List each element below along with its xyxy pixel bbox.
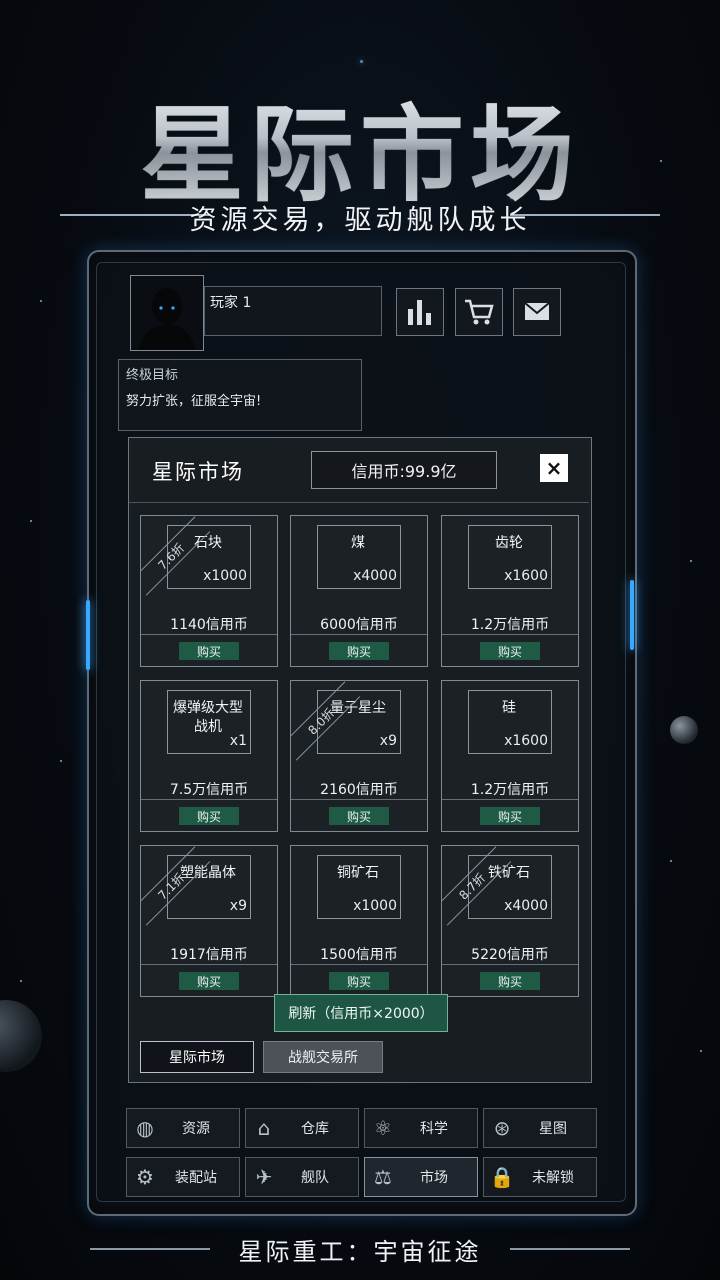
mail-icon bbox=[524, 302, 550, 320]
nav-label: 星图 bbox=[539, 1121, 567, 1137]
tagline: 资源交易，驱动舰队成长 bbox=[189, 205, 531, 236]
item-quantity: x1000 bbox=[353, 898, 397, 914]
item-price: 5220信用币 bbox=[471, 947, 549, 963]
shop-cart-button[interactable] bbox=[455, 288, 503, 336]
goal-text: 努力扩张，征服全宇宙! bbox=[126, 394, 262, 409]
scale-icon: ⚖ bbox=[374, 1165, 392, 1189]
item-name: 煤 bbox=[351, 535, 365, 551]
item-quantity: x1000 bbox=[203, 568, 247, 584]
close-button[interactable]: × bbox=[540, 454, 568, 482]
item-price: 1.2万信用币 bbox=[470, 782, 550, 798]
buy-button[interactable]: 购买 bbox=[480, 642, 540, 660]
moon-decoration bbox=[670, 716, 698, 744]
item-name: 硅 bbox=[502, 700, 516, 716]
star-map-icon: ⊛ bbox=[493, 1116, 511, 1140]
nav-label: 舰队 bbox=[301, 1170, 329, 1186]
buy-button[interactable]: 购买 bbox=[480, 972, 540, 990]
item-quantity: x1600 bbox=[504, 733, 548, 749]
market-item-card: 爆弹级大型战机 x1 7.5万信用币 购买 bbox=[140, 680, 278, 832]
market-item-card: 铜矿石 x1000 1500信用币 购买 bbox=[290, 845, 428, 997]
nav-label: 资源 bbox=[182, 1121, 210, 1137]
card-separator bbox=[291, 634, 427, 635]
item-quantity: x1 bbox=[229, 733, 247, 749]
planet-decoration bbox=[0, 1000, 42, 1072]
gear-icon: ⚙ bbox=[136, 1165, 154, 1189]
card-separator bbox=[291, 799, 427, 800]
warehouse-icon: ⌂ bbox=[257, 1116, 271, 1140]
lock-icon: 🔒 bbox=[489, 1165, 515, 1189]
frame-glow-left bbox=[86, 600, 90, 670]
item-price: 1917信用币 bbox=[170, 947, 248, 963]
nav-button[interactable]: ⚖ 市场 bbox=[364, 1157, 478, 1197]
item-price: 2160信用币 bbox=[320, 782, 398, 798]
nav-label: 科学 bbox=[420, 1121, 448, 1137]
nav-button[interactable]: ⌂ 仓库 bbox=[245, 1108, 359, 1148]
card-separator bbox=[442, 964, 578, 965]
item-name: 爆弹级大型战机 bbox=[173, 700, 243, 735]
item-name: 齿轮 bbox=[495, 535, 523, 551]
card-separator bbox=[442, 799, 578, 800]
item-quantity: x4000 bbox=[504, 898, 548, 914]
market-item-card: 石块 x1000 7.6折 1140信用币 购买 bbox=[140, 515, 278, 667]
buy-button[interactable]: 购买 bbox=[329, 807, 389, 825]
buy-button[interactable]: 购买 bbox=[179, 642, 239, 660]
atom-icon: ⚛ bbox=[374, 1116, 392, 1140]
cart-icon bbox=[465, 299, 494, 325]
tab-star-market[interactable]: 星际市场 bbox=[140, 1041, 254, 1073]
buy-button[interactable]: 购买 bbox=[179, 807, 239, 825]
buy-button[interactable]: 购买 bbox=[329, 972, 389, 990]
nav-label: 仓库 bbox=[301, 1121, 329, 1137]
bar-chart-icon bbox=[408, 300, 431, 325]
item-quantity: x1600 bbox=[504, 568, 548, 584]
nav-label: 市场 bbox=[420, 1170, 448, 1186]
refresh-button[interactable]: 刷新（信用币×2000） bbox=[274, 994, 448, 1032]
market-item-card: 煤 x4000 6000信用币 购买 bbox=[290, 515, 428, 667]
card-separator bbox=[141, 799, 277, 800]
market-item-card: 铁矿石 x4000 8.7折 5220信用币 购买 bbox=[441, 845, 579, 997]
item-price: 7.5万信用币 bbox=[169, 782, 249, 798]
item-price: 1500信用币 bbox=[320, 947, 398, 963]
mail-button[interactable] bbox=[513, 288, 561, 336]
tab-warship-exchange[interactable]: 战舰交易所 bbox=[263, 1041, 383, 1073]
frame-glow-right bbox=[630, 580, 634, 650]
goal-title: 终极目标 bbox=[126, 368, 179, 383]
card-separator bbox=[141, 634, 277, 635]
nav-button[interactable]: ◍ 资源 bbox=[126, 1108, 240, 1148]
nav-button[interactable]: ⊛ 星图 bbox=[483, 1108, 597, 1148]
fleet-icon: ✈ bbox=[255, 1165, 273, 1189]
market-item-card: 硅 x1600 1.2万信用币 购买 bbox=[441, 680, 579, 832]
credit-balance: 信用币:99.9亿 bbox=[311, 451, 497, 489]
market-item-card: 塑能晶体 x9 7.1折 1917信用币 购买 bbox=[140, 845, 278, 997]
nav-label: 装配站 bbox=[175, 1170, 217, 1186]
avatar-silhouette-icon bbox=[139, 288, 195, 350]
item-quantity: x9 bbox=[379, 733, 397, 749]
item-price: 6000信用币 bbox=[320, 617, 398, 633]
card-separator bbox=[141, 964, 277, 965]
planet-icon: ◍ bbox=[136, 1116, 154, 1140]
market-title: 星际市场 bbox=[152, 460, 244, 484]
footer-title: 星际重工：宇宙征途 bbox=[238, 1238, 482, 1266]
nav-button[interactable]: ⚙ 装配站 bbox=[126, 1157, 240, 1197]
player-name: 玩家 1 bbox=[210, 295, 252, 311]
market-item-card: 齿轮 x1600 1.2万信用币 购买 bbox=[441, 515, 579, 667]
item-quantity: x4000 bbox=[353, 568, 397, 584]
market-item-card: 量子星尘 x9 8.0折 2160信用币 购买 bbox=[290, 680, 428, 832]
avatar[interactable] bbox=[130, 275, 204, 351]
nav-button[interactable]: ⚛ 科学 bbox=[364, 1108, 478, 1148]
stats-button[interactable] bbox=[396, 288, 444, 336]
market-divider bbox=[129, 502, 589, 503]
card-separator bbox=[291, 964, 427, 965]
buy-button[interactable]: 购买 bbox=[480, 807, 540, 825]
item-quantity: x9 bbox=[229, 898, 247, 914]
nav-button[interactable]: 🔒 未解锁 bbox=[483, 1157, 597, 1197]
nav-button[interactable]: ✈ 舰队 bbox=[245, 1157, 359, 1197]
item-price: 1140信用币 bbox=[170, 617, 248, 633]
nav-label: 未解锁 bbox=[532, 1170, 574, 1186]
buy-button[interactable]: 购买 bbox=[329, 642, 389, 660]
buy-button[interactable]: 购买 bbox=[179, 972, 239, 990]
card-separator bbox=[442, 634, 578, 635]
item-price: 1.2万信用币 bbox=[470, 617, 550, 633]
item-name: 铜矿石 bbox=[337, 865, 379, 881]
